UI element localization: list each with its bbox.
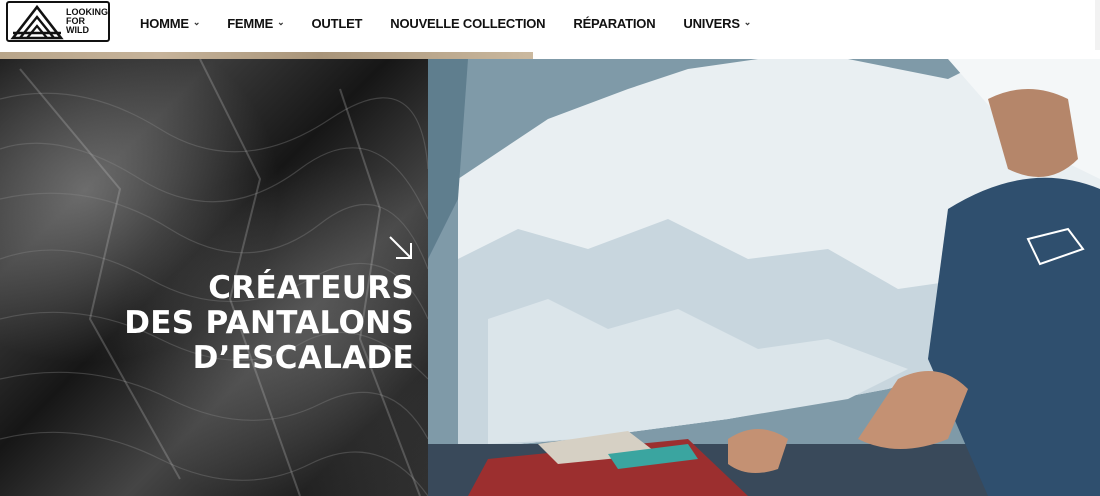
hero-workshop-image [428,59,1100,496]
chevron-down-icon: ⌄ [277,16,285,27]
chevron-down-icon: ⌄ [743,16,752,27]
nav-item-label: HOMME [140,15,189,31]
brand-wordmark: LOOKING FOR WILD [66,8,108,35]
chevron-down-icon: ⌄ [192,16,201,27]
nav-item-femme[interactable]: FEMME ⌄ [227,15,285,31]
workshop-scene [428,59,1100,496]
nav-item-reparation[interactable]: RÉPARATION [573,16,655,31]
scrollbar-edge [1095,0,1100,50]
nav-item-nouvelle-collection[interactable]: NOUVELLE COLLECTION [390,16,545,31]
nav-item-label: OUTLET [311,15,363,31]
hero-title-line: CRÉATEURS [208,270,414,306]
brand-logo[interactable]: LOOKING FOR WILD [6,1,110,42]
nav-item-outlet[interactable]: OUTLET [311,16,362,31]
logo-line: WILD [66,25,89,35]
hero-title: CRÉATEURS DES PANTALONS D’ESCALADE [124,271,414,376]
mountain-logo-icon [10,4,64,39]
nav-item-homme[interactable]: HOMME ⌄ [140,16,200,31]
main-nav: HOMME ⌄ FEMME ⌄ OUTLET NOUVELLE COLLECTI… [140,13,751,33]
hero-title-line: D’ESCALADE [192,340,414,376]
nav-item-label: UNIVERS [683,15,740,31]
site-header: LOOKING FOR WILD HOMME ⌄ FEMME ⌄ OUTLET … [0,0,1100,52]
hero-title-line: DES PANTALONS [124,305,414,341]
arrow-down-right-icon[interactable] [386,233,416,263]
nav-item-label: FEMME [227,15,274,31]
nav-item-label: NOUVELLE COLLECTION [390,15,546,31]
nav-item-univers[interactable]: UNIVERS ⌄ [683,16,751,31]
nav-item-label: RÉPARATION [573,15,656,31]
